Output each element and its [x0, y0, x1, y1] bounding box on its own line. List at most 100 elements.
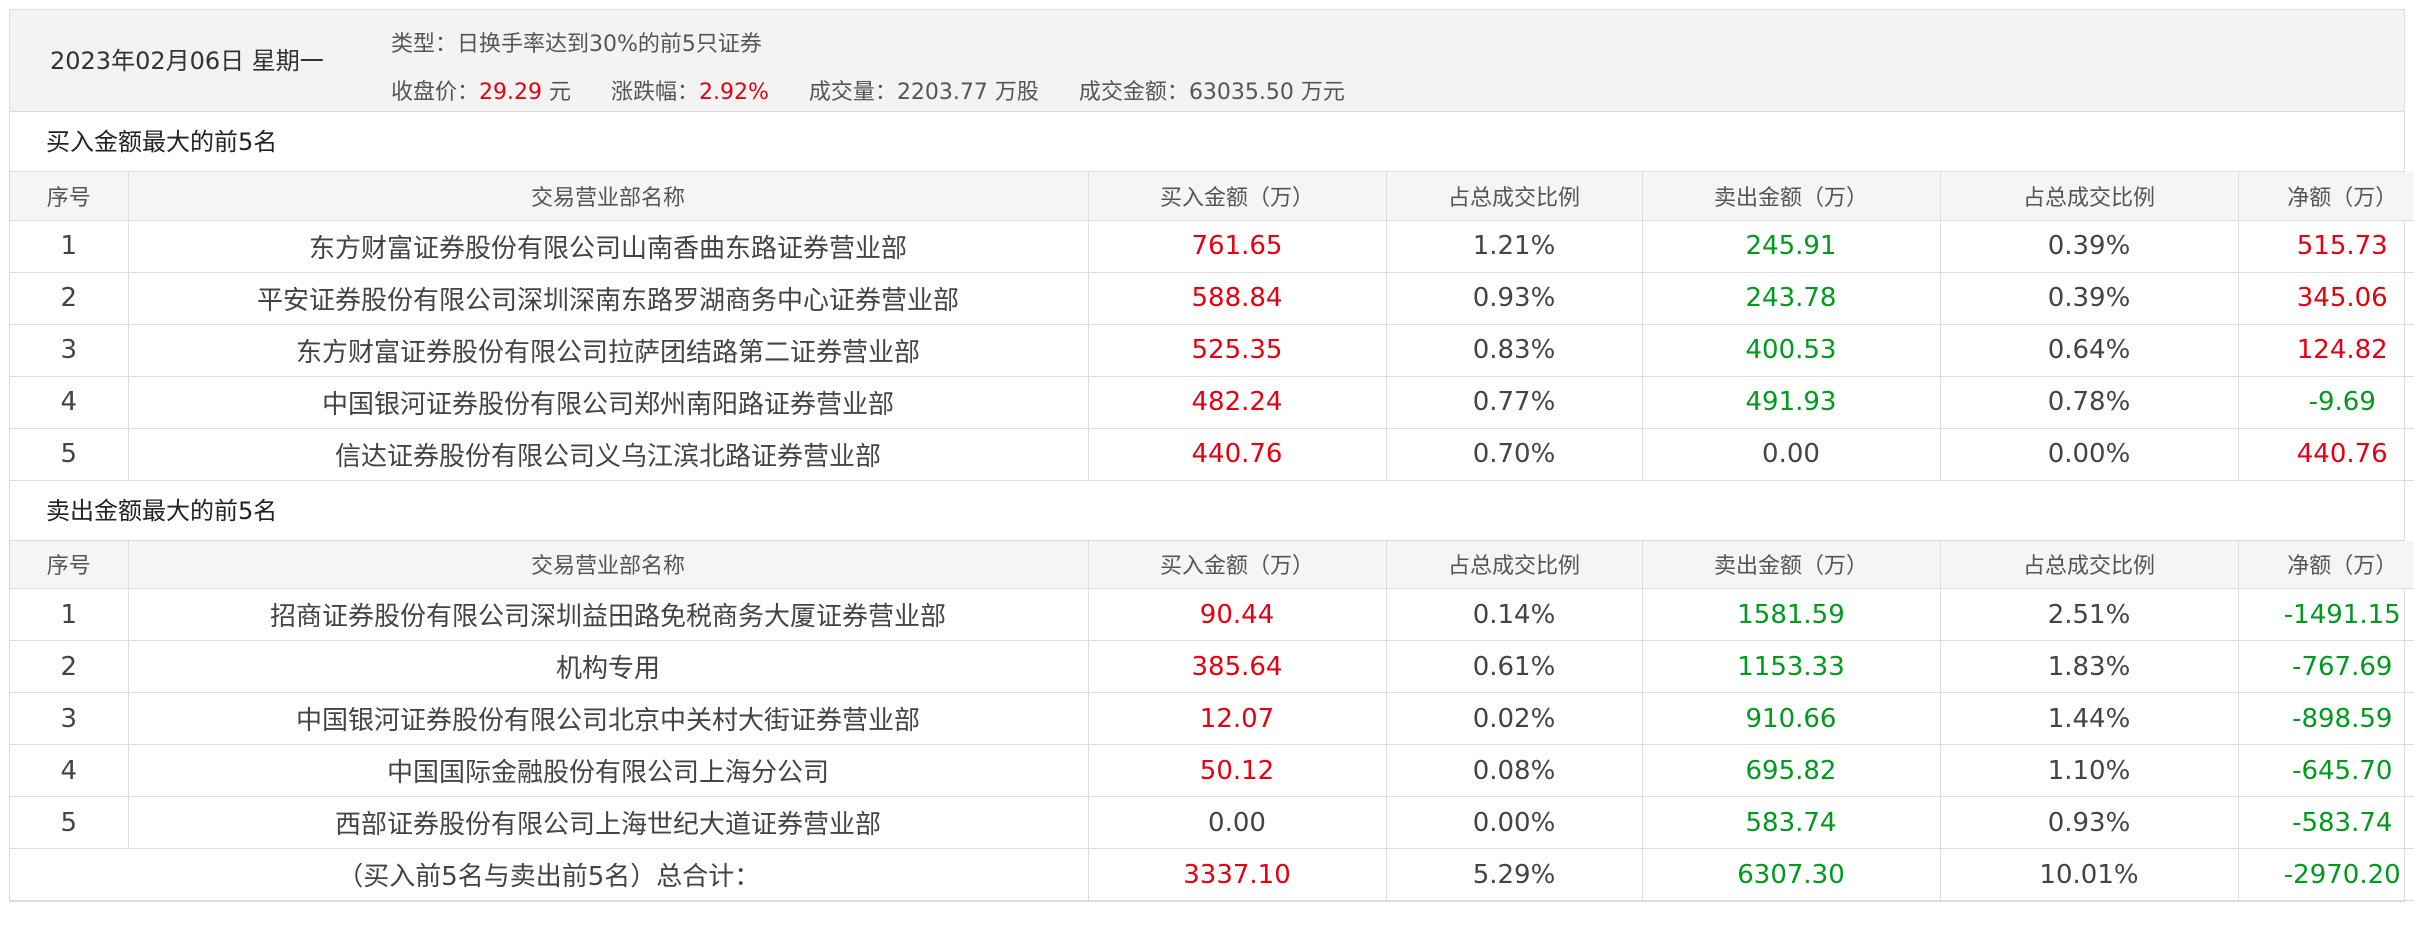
- quote-summary: 收盘价：29.29 元 涨跌幅：2.92% 成交量：2203.77 万股 成交金额：6…: [391, 74, 1345, 106]
- row-number: 3: [10, 324, 129, 377]
- net-amount: 124.82: [2238, 324, 2414, 377]
- table-row: 1 招商证券股份有限公司深圳益田路免税商务大厦证券营业部 90.44 0.14% 158…: [10, 588, 2414, 641]
- total-net: -2970.20: [2238, 848, 2414, 901]
- col-header-buy: 买入金额（万）: [1088, 172, 1387, 221]
- sell-amount: 0.00: [1642, 428, 1941, 481]
- row-number: 4: [10, 376, 129, 429]
- sell-ratio: 0.00%: [1940, 428, 2239, 481]
- close-price-unit: 元: [549, 80, 572, 105]
- sell-ratio: 0.78%: [1940, 376, 2239, 429]
- close-price-value: 29.29: [479, 80, 542, 105]
- buy-ratio: 0.77%: [1386, 376, 1643, 429]
- col-header-buy: 买入金额（万）: [1088, 540, 1387, 589]
- buy-amount: 525.35: [1088, 324, 1387, 377]
- sell-ratio: 0.39%: [1940, 220, 2239, 273]
- row-number: 5: [10, 796, 129, 849]
- table-row: 2 机构专用 385.64 0.61% 1153.33 1.83% -767.69: [10, 640, 2414, 693]
- buy-ratio: 0.83%: [1386, 324, 1643, 377]
- sell-ratio: 1.83%: [1940, 640, 2239, 693]
- sell-amount: 1153.33: [1642, 640, 1941, 693]
- buy-amount: 440.76: [1088, 428, 1387, 481]
- row-number: 3: [10, 692, 129, 745]
- col-header-net: 净额（万）: [2238, 540, 2414, 589]
- sell-ratio: 0.93%: [1940, 796, 2239, 849]
- buy-ratio: 0.08%: [1386, 744, 1643, 797]
- col-header-sell-pct: 占总成交比例: [1940, 540, 2239, 589]
- col-header-no: 序号: [10, 172, 129, 221]
- buy-ratio: 0.02%: [1386, 692, 1643, 745]
- sell-ratio: 0.39%: [1940, 272, 2239, 325]
- branch-name: 东方财富证券股份有限公司山南香曲东路证券营业部: [128, 220, 1089, 273]
- buy-section-title: 买入金额最大的前5名: [10, 112, 2404, 172]
- volume-label: 成交量：: [808, 80, 897, 105]
- buy-amount: 12.07: [1088, 692, 1387, 745]
- change-label: 涨跌幅：: [611, 80, 700, 105]
- total-buy: 3337.10: [1088, 848, 1387, 901]
- buy-amount: 90.44: [1088, 588, 1387, 641]
- row-number: 1: [10, 588, 129, 641]
- total-label: （买入前5名与卖出前5名）总合计：: [10, 848, 1089, 901]
- row-number: 1: [10, 220, 129, 273]
- net-amount: 345.06: [2238, 272, 2414, 325]
- branch-name: 中国国际金融股份有限公司上海分公司: [128, 744, 1089, 797]
- branch-name: 中国银河证券股份有限公司郑州南阳路证券营业部: [128, 376, 1089, 429]
- net-amount: -9.69: [2238, 376, 2414, 429]
- net-amount: -1491.15: [2238, 588, 2414, 641]
- sell-top5-table: 序号 交易营业部名称 买入金额（万） 占总成交比例 卖出金额（万） 占总成交比例…: [10, 540, 2414, 901]
- table-header-row: 序号 交易营业部名称 买入金额（万） 占总成交比例 卖出金额（万） 占总成交比例…: [10, 172, 2414, 221]
- buy-ratio: 0.14%: [1386, 588, 1643, 641]
- table-row: 3 东方财富证券股份有限公司拉萨团结路第二证券营业部 525.35 0.83% 400.…: [10, 324, 2414, 377]
- buy-ratio: 1.21%: [1386, 220, 1643, 273]
- turnover-value: 63035.50 万元: [1188, 80, 1345, 105]
- col-header-buy-pct: 占总成交比例: [1386, 172, 1643, 221]
- buy-amount: 0.00: [1088, 796, 1387, 849]
- volume-value: 2203.77 万股: [896, 80, 1039, 105]
- table-row: 5 信达证券股份有限公司义乌江滨北路证券营业部 440.76 0.70% 0.00 0.0…: [10, 428, 2414, 481]
- col-header-net: 净额（万）: [2238, 172, 2414, 221]
- sell-amount: 243.78: [1642, 272, 1941, 325]
- buy-ratio: 0.70%: [1386, 428, 1643, 481]
- trade-date: 2023年02月06日 星期一: [50, 47, 324, 75]
- turnover-label: 成交金额：: [1078, 80, 1189, 105]
- buy-amount: 50.12: [1088, 744, 1387, 797]
- close-price-label: 收盘价：: [391, 80, 480, 105]
- buy-ratio: 0.93%: [1386, 272, 1643, 325]
- col-header-buy-pct: 占总成交比例: [1386, 540, 1643, 589]
- buy-top5-table: 序号 交易营业部名称 买入金额（万） 占总成交比例 卖出金额（万） 占总成交比例…: [10, 172, 2414, 481]
- sell-ratio: 1.44%: [1940, 692, 2239, 745]
- table-row: 2 平安证券股份有限公司深圳深南东路罗湖商务中心证券营业部 588.84 0.93% 2…: [10, 272, 2414, 325]
- list-type: 类型：日换手率达到30%的前5只证券: [391, 26, 762, 58]
- buy-amount: 761.65: [1088, 220, 1387, 273]
- net-amount: -645.70: [2238, 744, 2414, 797]
- sell-amount: 245.91: [1642, 220, 1941, 273]
- buy-ratio: 0.00%: [1386, 796, 1643, 849]
- sell-amount: 491.93: [1642, 376, 1941, 429]
- branch-name: 机构专用: [128, 640, 1089, 693]
- sell-amount: 400.53: [1642, 324, 1941, 377]
- branch-name: 东方财富证券股份有限公司拉萨团结路第二证券营业部: [128, 324, 1089, 377]
- stock-summary-header: 2023年02月06日 星期一 类型：日换手率达到30%的前5只证券 收盘价：2…: [10, 10, 2404, 112]
- col-header-sell: 卖出金额（万）: [1642, 540, 1941, 589]
- sell-section-title: 卖出金额最大的前5名: [10, 481, 2404, 541]
- change-value: 2.92%: [699, 80, 769, 105]
- table-header-row: 序号 交易营业部名称 买入金额（万） 占总成交比例 卖出金额（万） 占总成交比例…: [10, 540, 2414, 589]
- sell-amount: 583.74: [1642, 796, 1941, 849]
- total-sell: 6307.30: [1642, 848, 1941, 901]
- sell-amount: 695.82: [1642, 744, 1941, 797]
- row-number: 4: [10, 744, 129, 797]
- branch-name: 西部证券股份有限公司上海世纪大道证券营业部: [128, 796, 1089, 849]
- sell-ratio: 0.64%: [1940, 324, 2239, 377]
- sell-ratio: 1.10%: [1940, 744, 2239, 797]
- buy-amount: 482.24: [1088, 376, 1387, 429]
- net-amount: 440.76: [2238, 428, 2414, 481]
- branch-name: 中国银河证券股份有限公司北京中关村大街证券营业部: [128, 692, 1089, 745]
- buy-amount: 385.64: [1088, 640, 1387, 693]
- col-header-sell: 卖出金额（万）: [1642, 172, 1941, 221]
- total-buy-pct: 5.29%: [1386, 848, 1643, 901]
- col-header-no: 序号: [10, 540, 129, 589]
- table-row: 3 中国银河证券股份有限公司北京中关村大街证券营业部 12.07 0.02% 910.6…: [10, 692, 2414, 745]
- net-amount: -898.59: [2238, 692, 2414, 745]
- total-sell-pct: 10.01%: [1940, 848, 2239, 901]
- total-row: （买入前5名与卖出前5名）总合计： 3337.10 5.29% 6307.30 …: [10, 848, 2414, 901]
- branch-name: 信达证券股份有限公司义乌江滨北路证券营业部: [128, 428, 1089, 481]
